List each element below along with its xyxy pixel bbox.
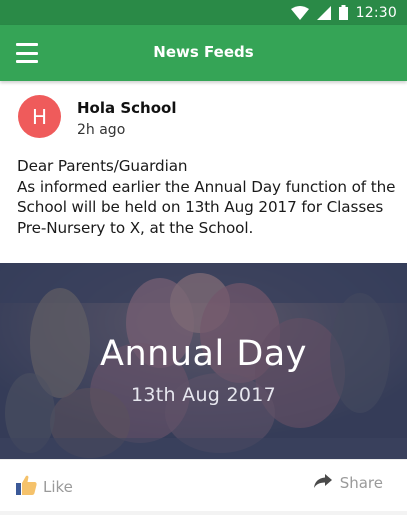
app-bar: News Feeds xyxy=(0,25,407,81)
image-title: Annual Day xyxy=(100,334,307,374)
post-actions: Like Share xyxy=(0,459,407,511)
post-author[interactable]: Hola School xyxy=(77,99,176,117)
share-button[interactable]: Share xyxy=(313,474,383,492)
post-header: H Hola School 2h ago xyxy=(0,81,407,151)
wifi-icon xyxy=(290,5,309,20)
share-icon xyxy=(313,474,332,492)
image-date: 13th Aug 2017 xyxy=(130,384,277,406)
status-bar: 12:30 xyxy=(0,0,407,25)
battery-icon xyxy=(338,5,348,20)
page-title: News Feeds xyxy=(153,43,254,61)
card-divider xyxy=(0,511,407,515)
avatar[interactable]: H xyxy=(18,95,61,138)
post-time: 2h ago xyxy=(77,122,126,138)
like-button[interactable]: Like xyxy=(16,475,73,499)
share-label: Share xyxy=(339,474,383,492)
status-time: 12:30 xyxy=(355,4,397,21)
like-icon xyxy=(16,475,37,499)
signal-icon xyxy=(316,5,331,20)
like-label: Like xyxy=(43,478,73,496)
post-image[interactable]: Annual Day 13th Aug 2017 xyxy=(0,263,407,459)
post-text: Dear Parents/Guardian As informed earlie… xyxy=(17,157,396,237)
